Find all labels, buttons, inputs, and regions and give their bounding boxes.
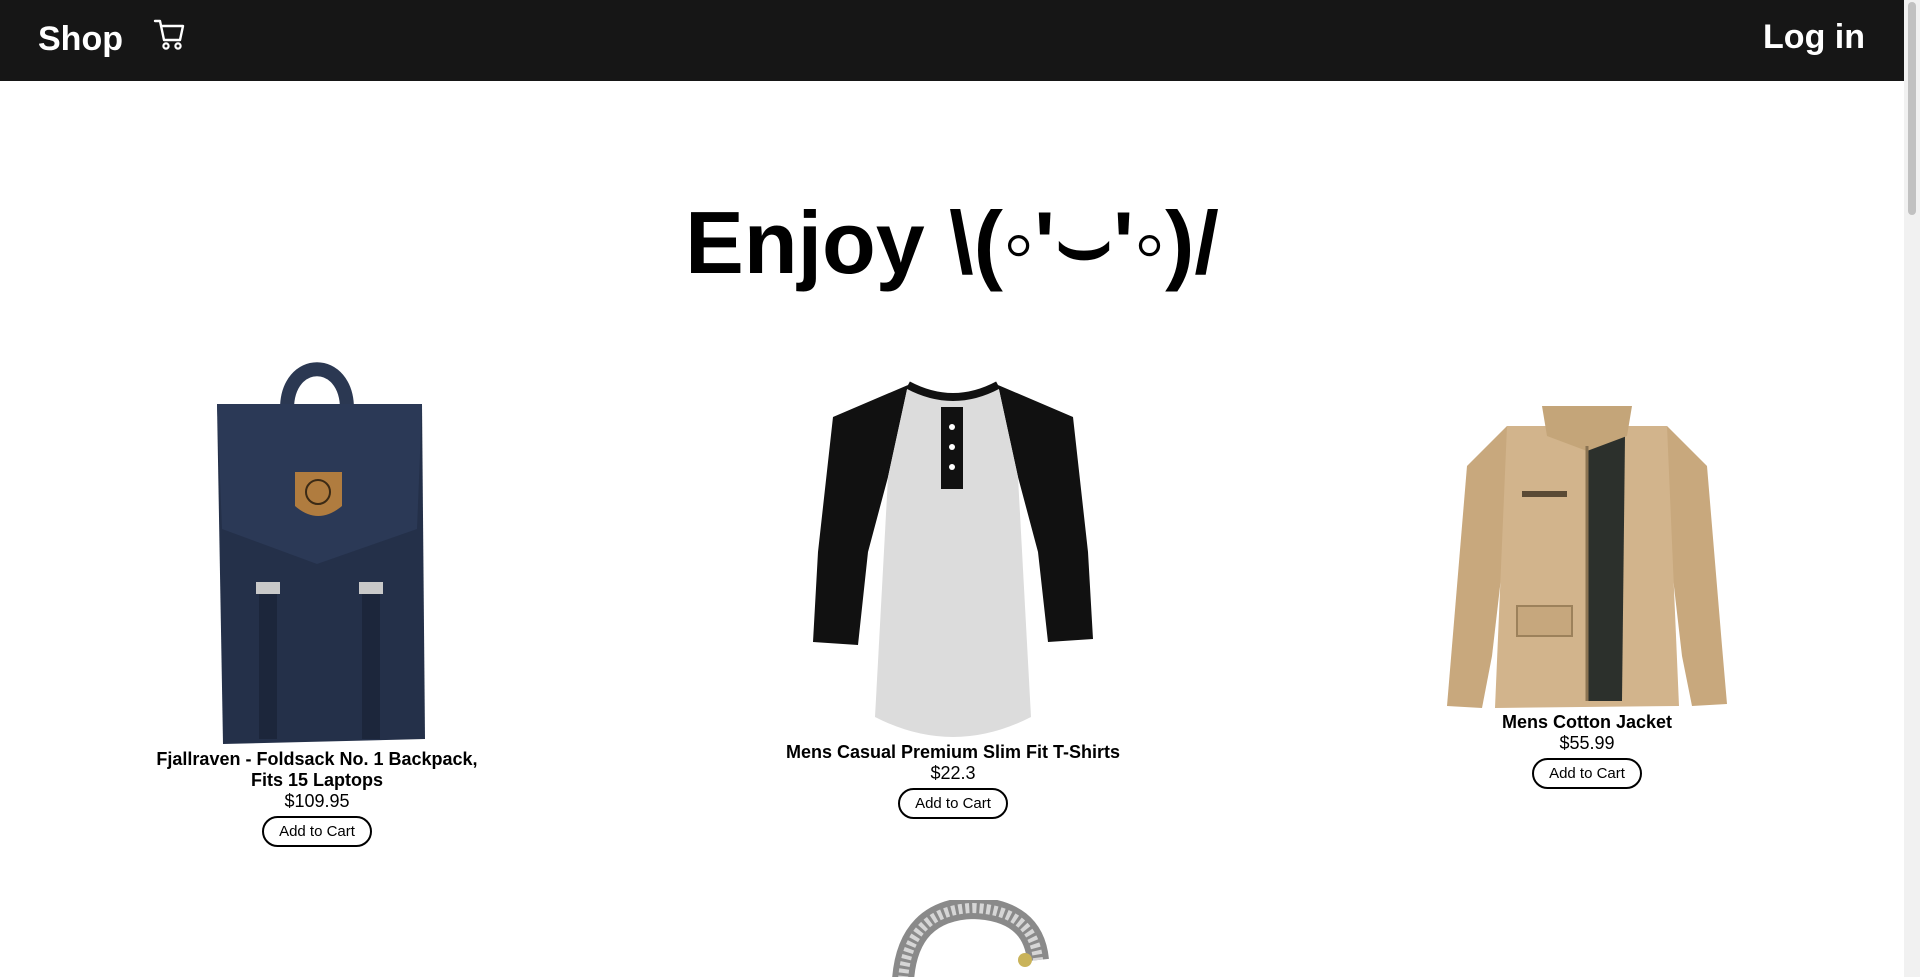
scrollbar-thumb[interactable] (1908, 2, 1916, 215)
product-card (763, 900, 1143, 977)
page-title: Enjoy \(◦'⌣'◦)/ (685, 193, 1219, 292)
cart-button[interactable] (152, 16, 188, 52)
product-card: Fjallraven - Foldsack No. 1 Backpack, Fi… (127, 354, 507, 847)
add-to-cart-button[interactable]: Add to Cart (898, 788, 1008, 819)
product-name: Mens Casual Premium Slim Fit T-Shirts (785, 742, 1121, 762)
page-scrollbar[interactable] (1904, 0, 1920, 977)
login-link[interactable]: Log in (1763, 16, 1865, 58)
product-card: Mens Cotton Jacket $55.99 Add to Cart (1397, 406, 1777, 789)
add-to-cart-button[interactable]: Add to Cart (1532, 758, 1642, 789)
product-price: $55.99 (1559, 733, 1615, 753)
top-navbar: Shop Log in (0, 0, 1904, 81)
product-name: Fjallraven - Foldsack No. 1 Backpack, Fi… (156, 749, 478, 790)
bracelet-image (892, 900, 1049, 977)
backpack-image (217, 362, 425, 744)
shop-brand-link[interactable]: Shop (38, 18, 123, 60)
jacket-image (1447, 406, 1727, 708)
shopping-cart-icon (153, 19, 185, 50)
product-card: Mens Casual Premium Slim Fit T-Shirts $2… (763, 377, 1143, 819)
t-shirt-image (813, 381, 1093, 737)
add-to-cart-button[interactable]: Add to Cart (262, 816, 372, 847)
product-price: $109.95 (284, 791, 350, 811)
page: Shop Log in Enjoy \(◦'⌣'◦)/ Fjallraven -… (0, 0, 1920, 977)
product-price: $22.3 (930, 763, 976, 783)
product-name: Mens Cotton Jacket (1501, 712, 1673, 732)
